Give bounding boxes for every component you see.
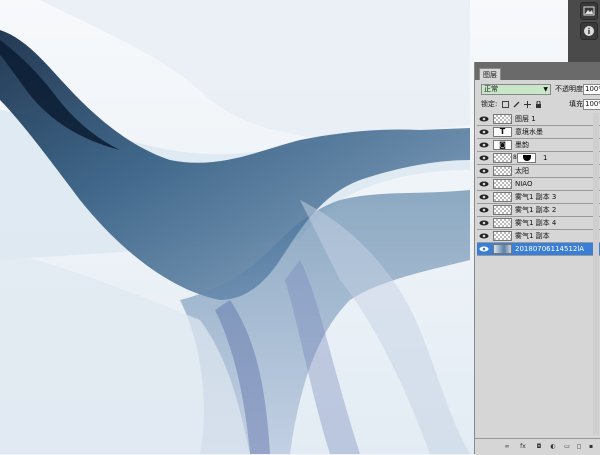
info-icon (584, 26, 594, 36)
lock-row: 锁定: (481, 99, 542, 110)
layer-name: 图层 1 (515, 115, 536, 123)
layer-row[interactable]: 20180706114512lA (477, 243, 600, 256)
move-lock-icon[interactable] (524, 100, 532, 108)
mask-icon[interactable]: ◘ (535, 443, 543, 451)
navigator-button[interactable] (580, 2, 598, 20)
layer-row[interactable]: 图层 1 (477, 113, 600, 126)
eye-icon[interactable] (479, 194, 489, 200)
chevron-down-icon: ▼ (543, 86, 548, 93)
layer-row[interactable]: 81 (477, 152, 600, 165)
layer-thumbnail (493, 166, 512, 176)
layer-name: 意境水墨 (515, 128, 543, 136)
layer-name: 20180706114512lA (515, 245, 585, 253)
layer-name: 太阳 (515, 167, 529, 175)
blend-mode-value: 正常 (484, 85, 498, 93)
eye-icon[interactable] (479, 246, 489, 252)
layer-name: 雾气1 副本 4 (515, 219, 557, 227)
panel-tab-bar: 图层 (475, 62, 600, 80)
layer-row[interactable]: NIAO (477, 178, 600, 191)
layer-row[interactable]: T 意境水墨 (477, 126, 600, 139)
info-button[interactable] (580, 22, 598, 40)
layer-name: 雾气1 副本 (515, 232, 550, 240)
layer-name: 1 (543, 154, 548, 162)
opacity-input[interactable]: 100% (583, 84, 600, 95)
layer-name: 雾气1 副本 3 (515, 193, 557, 201)
blend-mode-select[interactable]: 正常 ▼ (481, 84, 551, 95)
layers-panel: 图层 正常 ▼ 不透明度: 100% 锁定: 填充: 100% 图层 1T意境水… (474, 62, 600, 455)
layer-mask-thumb[interactable] (517, 153, 536, 163)
layer-thumbnail (493, 192, 512, 202)
layer-name: NIAO (515, 180, 533, 188)
layers-scrollbar[interactable] (593, 113, 599, 435)
eye-icon[interactable] (479, 116, 489, 122)
layer-row[interactable]: ◙ 墨韵 (477, 139, 600, 152)
layer-row[interactable]: 雾气1 副本 3 (477, 191, 600, 204)
layer-thumbnail (493, 231, 512, 241)
image-icon (583, 6, 595, 16)
layers-footer: ∞ fx ◘ ◐ ▭ ◻ ▪ (475, 438, 600, 455)
lock-label: 锁定: (481, 100, 498, 108)
eye-icon[interactable] (479, 168, 489, 174)
eye-icon[interactable] (479, 155, 489, 161)
layer-thumbnail (493, 179, 512, 189)
layer-thumbnail (493, 244, 512, 254)
lock-all-icon[interactable] (535, 100, 542, 108)
layers-list: 图层 1 T 意境水墨 ◙ 墨韵 8 1 太阳 NIAO 雾气1 副本 3 雾气1 副本 2 雾气1 … (477, 113, 600, 256)
fx-icon[interactable]: fx (519, 443, 527, 451)
link-icon[interactable]: ∞ (503, 443, 511, 451)
layer-name: 雾气1 副本 2 (515, 206, 557, 214)
brush-lock-icon[interactable] (513, 101, 520, 108)
layer-thumbnail (493, 114, 512, 124)
eye-icon[interactable] (479, 233, 489, 239)
trash-icon[interactable]: ▪ (587, 443, 595, 451)
group-layer-thumb: ◙ (493, 140, 512, 150)
eye-icon[interactable] (479, 142, 489, 148)
layer-row[interactable]: 雾气1 副本 4 (477, 217, 600, 230)
eye-icon[interactable] (479, 129, 489, 135)
layer-row[interactable]: 雾气1 副本 2 (477, 204, 600, 217)
tab-layers[interactable]: 图层 (479, 68, 501, 80)
layer-row[interactable]: 太阳 (477, 165, 600, 178)
layer-thumbnail (493, 205, 512, 215)
eye-icon[interactable] (479, 181, 489, 187)
layer-row[interactable]: 雾气1 副本 (477, 230, 600, 243)
folder-icon[interactable]: ▭ (563, 443, 571, 451)
lock-transparency-icon[interactable] (501, 100, 509, 108)
new-layer-icon[interactable]: ◻ (575, 443, 583, 451)
adjustment-icon[interactable]: ◐ (549, 443, 557, 451)
layer-name: 墨韵 (515, 141, 529, 149)
layer-thumbnail (493, 218, 512, 228)
opacity-label: 不透明度: (555, 85, 586, 93)
eye-icon[interactable] (479, 220, 489, 226)
layer-thumbnail (493, 153, 512, 163)
eye-icon[interactable] (479, 207, 489, 213)
fill-input[interactable]: 100% (583, 99, 600, 110)
text-layer-thumb: T (493, 127, 512, 137)
